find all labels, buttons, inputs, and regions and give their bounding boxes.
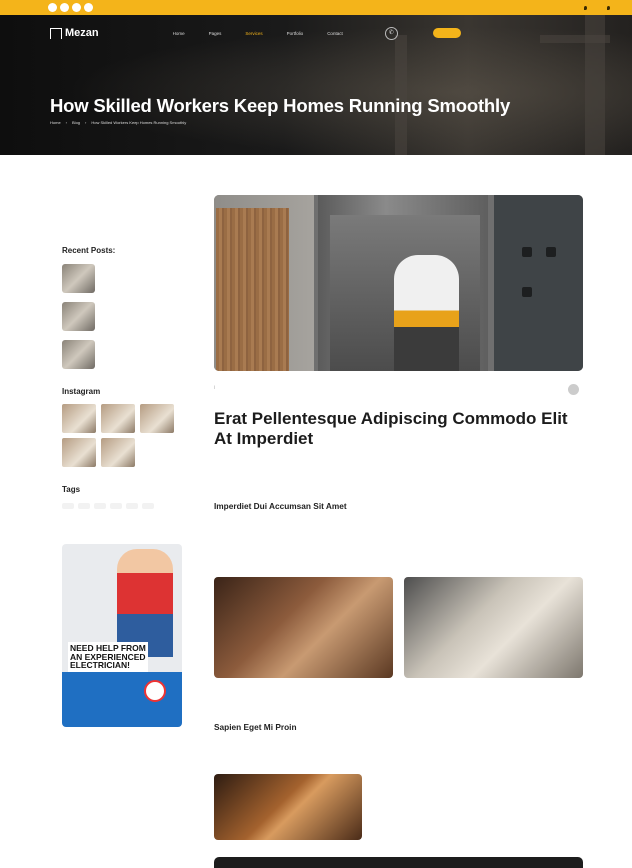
site-logo[interactable]: Mezan — [50, 27, 99, 39]
phone-icon: ✆ — [384, 26, 398, 40]
facebook-icon[interactable] — [48, 3, 57, 12]
location-icon — [584, 5, 587, 10]
instagram-photo[interactable] — [140, 404, 174, 433]
breadcrumb-separator: › — [85, 120, 87, 125]
logo-icon — [50, 27, 62, 39]
recent-post-item[interactable] — [62, 340, 163, 369]
featured-image-meters — [494, 195, 583, 371]
post-gallery — [214, 577, 583, 678]
tag-item[interactable] — [62, 503, 74, 509]
recent-post-item[interactable] — [62, 302, 163, 331]
instagram-photo[interactable] — [101, 438, 135, 467]
section-heading: Sapien Eget Mi Proin — [214, 722, 297, 732]
nav-item-services[interactable]: Services — [245, 31, 262, 36]
woodwork-image — [214, 577, 393, 678]
meter-icon — [522, 247, 532, 257]
instagram-title: Instagram — [62, 387, 101, 396]
instagram-photo[interactable] — [62, 438, 96, 467]
tags-title: Tags — [62, 485, 81, 494]
breadcrumb: Home › Blog › How Skilled Workers Keep H… — [50, 120, 186, 125]
nav-item-home[interactable]: Home — [173, 31, 185, 36]
video-block[interactable] — [214, 857, 583, 868]
page-header: Mezan Home Pages Services Portfolio Cont… — [0, 15, 632, 155]
main-navigation: Mezan Home Pages Services Portfolio Cont… — [0, 15, 632, 51]
promo-headline: NEED HELP FROM AN EXPERIENCED ELECTRICIA… — [68, 642, 148, 672]
logo-text: Mezan — [65, 27, 99, 39]
tag-cloud — [62, 503, 162, 509]
recent-post-item[interactable] — [62, 264, 163, 293]
address-item — [584, 5, 589, 10]
breadcrumb-blog[interactable]: Blog — [72, 120, 80, 125]
mail-icon — [607, 5, 610, 10]
plumbing-image — [404, 577, 583, 678]
page-title: How Skilled Workers Keep Homes Running S… — [50, 95, 511, 116]
meter-icon — [522, 287, 532, 297]
get-quote-button[interactable] — [432, 28, 461, 38]
email-item[interactable] — [607, 5, 612, 10]
twitter-icon[interactable] — [60, 3, 69, 12]
featured-image-wood — [216, 208, 289, 371]
tag-item[interactable] — [94, 503, 106, 509]
instagram-icon[interactable] — [84, 3, 93, 12]
tag-item[interactable] — [110, 503, 122, 509]
breadcrumb-home[interactable]: Home — [50, 120, 61, 125]
instagram-gallery — [62, 404, 174, 467]
recent-post-thumbnail[interactable] — [62, 302, 95, 331]
section-heading: Imperdiet Dui Accumsan Sit Amet — [214, 501, 347, 511]
post-title: Erat Pellentesque Adipiscing Commodo Eli… — [214, 409, 568, 448]
avatar — [568, 384, 579, 395]
electrician-image — [117, 549, 173, 657]
breadcrumb-current: How Skilled Workers Keep Homes Running S… — [91, 120, 187, 125]
page-content: Recent Posts: Instagram Tags NEED HELP F… — [0, 155, 632, 868]
featured-image-worker — [394, 255, 459, 371]
featured-image-door — [214, 195, 314, 371]
tag-item[interactable] — [126, 503, 138, 509]
recent-posts-title: Recent Posts: — [62, 246, 116, 255]
promo-seal — [144, 680, 166, 702]
call-info[interactable]: ✆ — [384, 26, 403, 40]
social-links — [48, 3, 93, 12]
recent-post-thumbnail[interactable] — [62, 264, 95, 293]
tag-item[interactable] — [78, 503, 90, 509]
breadcrumb-separator: › — [65, 120, 68, 125]
recent-post-thumbnail[interactable] — [62, 340, 95, 369]
post-meta: | — [214, 384, 583, 395]
top-bar — [0, 0, 632, 15]
promo-banner[interactable]: NEED HELP FROM AN EXPERIENCED ELECTRICIA… — [62, 544, 182, 727]
nav-item-pages[interactable]: Pages — [209, 31, 222, 36]
tag-item[interactable] — [142, 503, 154, 509]
post-author[interactable] — [568, 384, 583, 395]
meta-separator: | — [214, 384, 216, 389]
instagram-photo[interactable] — [101, 404, 135, 433]
instagram-photo[interactable] — [62, 404, 96, 433]
nav-menu: Home Pages Services Portfolio Contact — [173, 31, 343, 36]
meter-icon — [546, 247, 556, 257]
linkedin-icon[interactable] — [72, 3, 81, 12]
carpenter-image — [214, 774, 362, 840]
contact-info — [584, 5, 612, 10]
nav-item-contact[interactable]: Contact — [327, 31, 343, 36]
post-split-block — [214, 774, 583, 840]
featured-image — [214, 195, 583, 371]
nav-item-portfolio[interactable]: Portfolio — [287, 31, 304, 36]
